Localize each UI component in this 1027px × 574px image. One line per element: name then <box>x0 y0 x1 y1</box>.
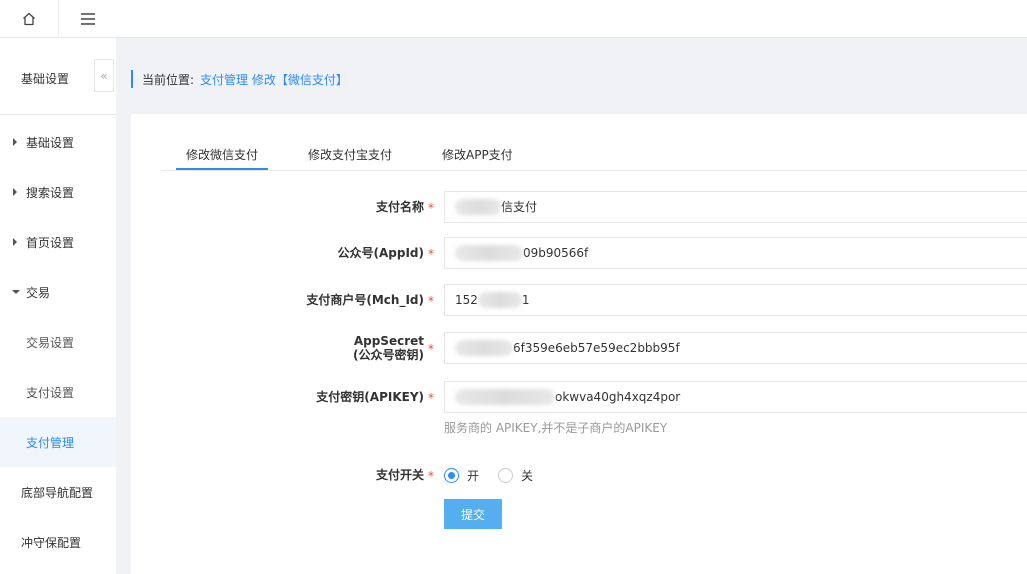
sidebar-item-label: 搜索设置 <box>26 185 75 200</box>
payment-name-value: 信支付 <box>501 200 538 214</box>
sidebar-item-basic-settings[interactable]: 基础设置 <box>0 117 116 167</box>
tab-edit-wechat-pay[interactable]: 修改微信支付 <box>186 146 258 163</box>
main-content: 修改微信支付 修改支付宝支付 修改APP支付 支付名称 * 信支付 公众号(Ap… <box>131 114 1027 574</box>
apikey-label: 支付密钥(APIKEY) <box>316 390 424 404</box>
sidebar-collapse-button[interactable]: « <box>94 59 114 92</box>
mch-id-value-prefix: 152 <box>455 293 478 307</box>
menu-toggle-button[interactable] <box>68 0 108 38</box>
hamburger-icon <box>81 13 95 25</box>
radio-off-label: 关 <box>521 469 534 483</box>
mch-id-input[interactable]: 152 1 <box>444 284 1027 316</box>
sidebar-header: 基础设置 « <box>0 38 116 115</box>
appsecret-label: AppSecret (公众号密钥) <box>353 334 424 362</box>
appsecret-input[interactable]: 6f359e6eb57e59ec2bbb95f <box>444 332 1027 364</box>
appid-value: 09b90566f <box>523 246 589 260</box>
home-button[interactable] <box>0 0 59 38</box>
sidebar-item-label: 冲守保配置 <box>21 535 82 550</box>
tab-bar: 修改微信支付 修改支付宝支付 修改APP支付 <box>161 114 1027 171</box>
submit-button[interactable]: 提交 <box>444 499 502 529</box>
sidebar-subitem-label: 支付管理 <box>26 435 75 450</box>
required-mark: * <box>428 247 434 261</box>
caret-right-icon <box>13 138 17 146</box>
required-mark: * <box>428 201 434 215</box>
required-mark: * <box>428 391 434 405</box>
sidebar-subitem-label: 支付设置 <box>26 385 75 400</box>
appid-input[interactable]: 09b90566f <box>444 237 1027 269</box>
redacted-blur <box>455 245 523 261</box>
double-chevron-left-icon: « <box>100 68 108 83</box>
apikey-input[interactable]: okwva40gh4xqz4por <box>444 381 1027 413</box>
sidebar-item-label: 底部导航配置 <box>21 485 94 500</box>
apikey-hint: 服务商的 APIKEY,并不是子商户的APIKEY <box>444 421 668 435</box>
appsecret-label-line1: AppSecret <box>353 334 424 348</box>
breadcrumb-path[interactable]: 支付管理 修改【微信支付】 <box>200 71 348 88</box>
sidebar-item-label: 基础设置 <box>26 135 75 150</box>
payment-name-label: 支付名称 <box>375 200 424 214</box>
sidebar: 基础设置 « 基础设置 搜索设置 首页设置 交易 交易设置 支付设置 支付管理 … <box>0 38 116 574</box>
sidebar-item-label: 交易 <box>26 285 51 300</box>
required-mark: * <box>428 342 434 356</box>
sidebar-item-trade[interactable]: 交易 <box>0 267 116 317</box>
breadcrumb-prefix: 当前位置: <box>142 72 195 87</box>
sidebar-subitem-payment-management[interactable]: 支付管理 <box>0 417 116 467</box>
home-icon <box>23 12 35 26</box>
tab-edit-app-pay[interactable]: 修改APP支付 <box>442 146 513 163</box>
redacted-blur <box>477 292 522 308</box>
breadcrumb: 当前位置: 支付管理 修改【微信支付】 <box>131 70 348 88</box>
payment-switch-off-radio[interactable]: 关 <box>498 467 533 484</box>
top-bar <box>0 0 1027 38</box>
payment-switch-on-radio[interactable]: 开 <box>444 467 479 484</box>
sidebar-item-home-settings[interactable]: 首页设置 <box>0 217 116 267</box>
sidebar-subitem-label: 交易设置 <box>26 335 75 350</box>
redacted-blur <box>455 389 555 405</box>
caret-right-icon <box>13 188 17 196</box>
appsecret-value: 6f359e6eb57e59ec2bbb95f <box>513 341 680 355</box>
redacted-blur <box>455 199 501 215</box>
apikey-value: okwva40gh4xqz4por <box>555 390 681 404</box>
sidebar-subitem-trade-settings[interactable]: 交易设置 <box>0 317 116 367</box>
redacted-blur <box>455 340 513 356</box>
sidebar-title: 基础设置 <box>21 72 70 86</box>
payment-switch-label: 支付开关 <box>375 468 424 482</box>
sidebar-item-label: 首页设置 <box>26 235 75 250</box>
caret-right-icon <box>13 238 17 246</box>
mch-id-value-suffix: 1 <box>521 293 530 307</box>
radio-on-label: 开 <box>467 469 480 483</box>
caret-down-icon <box>12 290 20 294</box>
tab-edit-alipay[interactable]: 修改支付宝支付 <box>308 146 392 163</box>
sidebar-item-bottom-nav-config[interactable]: 底部导航配置 <box>0 467 116 517</box>
radio-unchecked-icon <box>498 468 513 483</box>
sidebar-item-search-settings[interactable]: 搜索设置 <box>0 167 116 217</box>
payment-name-input[interactable]: 信支付 <box>444 191 1027 223</box>
appid-label: 公众号(AppId) <box>337 246 425 260</box>
sidebar-subitem-payment-settings[interactable]: 支付设置 <box>0 367 116 417</box>
active-tab-indicator <box>176 168 268 170</box>
required-mark: * <box>428 469 434 483</box>
mch-id-label: 支付商户号(Mch_Id) <box>306 293 424 307</box>
sidebar-item-guard-config[interactable]: 冲守保配置 <box>0 517 116 567</box>
required-mark: * <box>428 294 434 308</box>
radio-checked-icon <box>444 468 459 483</box>
appsecret-label-line2: (公众号密钥) <box>353 348 424 362</box>
